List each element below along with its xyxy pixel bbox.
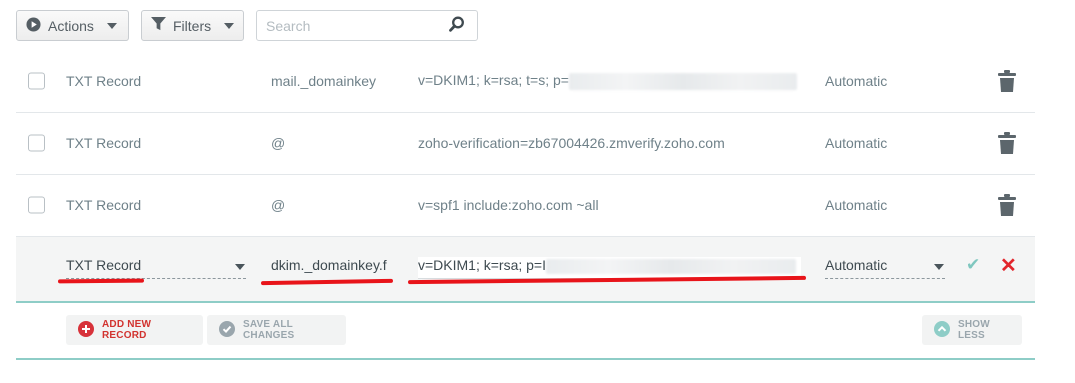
record-host: @ [271,197,286,213]
add-new-record-button[interactable]: ADD NEW RECORD [66,315,203,345]
table-row: TXT Record mail._domainkey v=DKIM1; k=rs… [16,50,1035,113]
show-less-label: SHOW LESS [958,319,990,341]
save-all-changes-button[interactable]: SAVE ALL CHANGES [207,315,346,345]
search-input[interactable]: Search [256,10,478,41]
table-row: TXT Record @ zoho-verification=zb6700442… [16,112,1035,175]
filters-button[interactable]: Filters [141,10,244,41]
filter-icon [151,17,166,34]
search-placeholder: Search [266,17,311,34]
host-input[interactable]: dkim._domainkey.f [271,257,395,279]
chevron-down-icon [106,22,117,29]
chevron-down-icon [235,264,245,270]
save-all-changes-label: SAVE ALL CHANGES [243,319,295,341]
trash-icon[interactable] [998,132,1016,154]
toolbar: Actions Filters Search [16,10,478,41]
trash-icon[interactable] [998,194,1016,216]
record-value: v=DKIM1; k=rsa; t=s; p= [418,72,797,90]
actions-label: Actions [48,17,94,34]
filters-label: Filters [173,17,212,34]
row-checkbox[interactable] [28,196,45,214]
host-value: dkim._domainkey.f [271,257,387,273]
record-type: TXT Record [66,135,142,151]
annotation-underline [57,278,145,284]
show-less-button[interactable]: SHOW LESS [922,315,1022,345]
record-type-select[interactable]: TXT Record [66,257,246,279]
record-value: v=spf1 include:zoho.com ~all [418,197,599,213]
divider [16,358,1035,360]
record-value: zoho-verification=zb67004426.zmverify.zo… [418,135,725,151]
record-type-value: TXT Record [66,257,142,273]
edit-record-row: TXT Record dkim._domainkey.f v=DKIM1; k=… [16,237,1035,303]
record-ttl: Automatic [825,73,888,89]
record-value-text: v=DKIM1; k=rsa; t=s; p= [418,72,569,89]
chevron-down-icon [934,264,944,270]
close-icon[interactable]: ✕ [1000,253,1017,278]
ttl-select[interactable]: Automatic [825,257,945,279]
check-circle-icon [219,320,235,340]
redacted-value [546,258,796,274]
record-ttl: Automatic [825,197,888,213]
annotation-underline [260,278,394,286]
ttl-value: Automatic [825,257,888,273]
table-row: TXT Record @ v=spf1 include:zoho.com ~al… [16,174,1035,237]
chevron-up-circle-icon [934,320,950,340]
value-text: v=DKIM1; k=rsa; p=I [418,257,546,273]
record-host: mail._domainkey [271,73,377,89]
chevron-down-icon [224,22,235,29]
play-circle-icon [26,16,41,35]
row-checkbox[interactable] [28,134,45,152]
search-icon[interactable] [449,16,465,35]
record-host: @ [271,135,286,151]
redacted-value [568,72,797,90]
record-type: TXT Record [66,197,142,213]
add-new-record-label: ADD NEW RECORD [102,319,152,341]
check-icon[interactable]: ✔ [966,255,980,275]
record-ttl: Automatic [825,135,888,151]
actions-button[interactable]: Actions [16,10,129,41]
plus-circle-icon [78,320,94,340]
record-type: TXT Record [66,73,142,89]
row-checkbox[interactable] [28,72,45,90]
trash-icon[interactable] [998,70,1016,92]
